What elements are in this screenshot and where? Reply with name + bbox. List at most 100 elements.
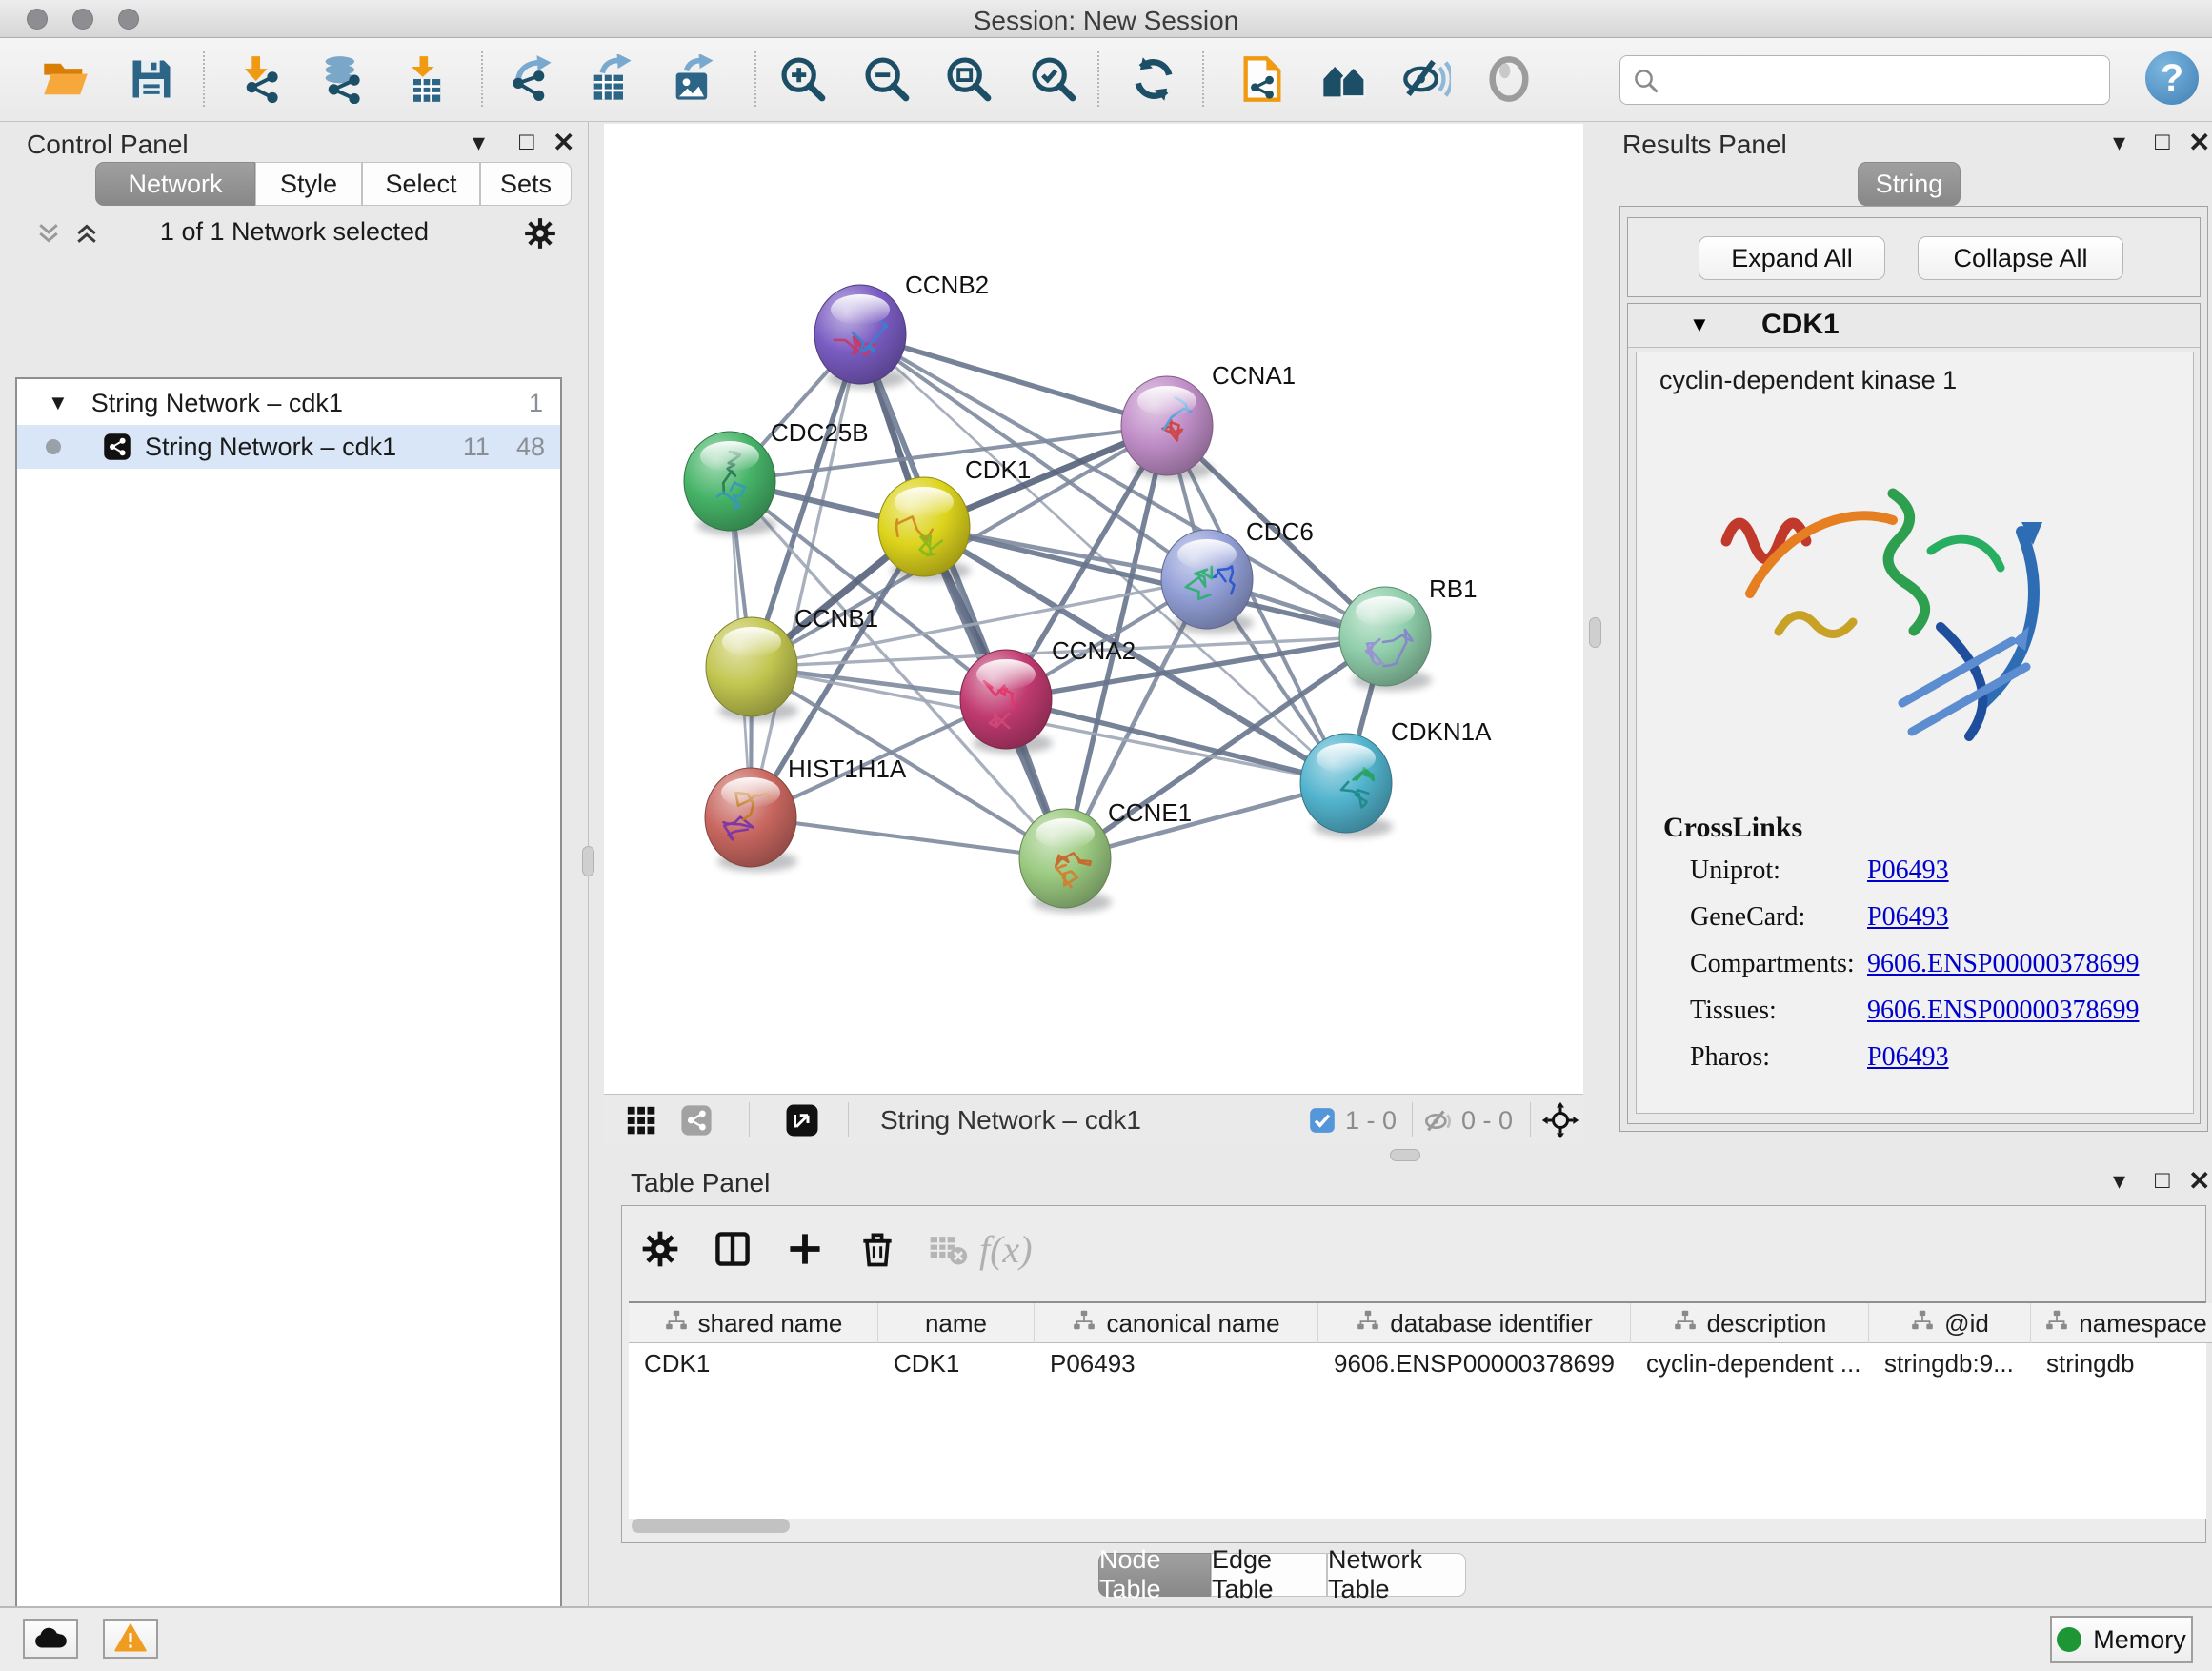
- panel-menu-icon[interactable]: ▾: [2113, 1166, 2125, 1196]
- crosslink-link[interactable]: P06493: [1867, 856, 1949, 886]
- search-input[interactable]: [1668, 60, 2097, 100]
- export-network-icon: [506, 54, 555, 107]
- collapse-all-button[interactable]: Collapse All: [1918, 236, 2123, 280]
- network-node-cdc6[interactable]: [1161, 530, 1254, 634]
- table-row[interactable]: CDK1CDK1P064939606.ENSP00000378699cyclin…: [629, 1343, 2212, 1383]
- column-header-shared-name[interactable]: shared name: [629, 1303, 878, 1343]
- network-edge-ccnb2-hist1h1a[interactable]: [751, 334, 860, 817]
- network-node-ccna1[interactable]: [1121, 376, 1214, 480]
- network-row-selected[interactable]: String Network – cdk1 11 48: [17, 425, 560, 469]
- panel-menu-icon[interactable]: ▾: [473, 128, 485, 157]
- network-edge-ccna2-cdkn1a[interactable]: [1006, 699, 1346, 783]
- grid-view-icon[interactable]: [625, 1104, 657, 1141]
- horizontal-scrollbar-thumb[interactable]: [632, 1519, 790, 1533]
- memory-button[interactable]: Memory: [2050, 1616, 2193, 1663]
- bottom-splitter-handle[interactable]: [1390, 1149, 1420, 1161]
- close-panel-icon[interactable]: ✕: [2188, 127, 2210, 158]
- node-entry-header[interactable]: ▼ CDK1: [1628, 304, 2200, 348]
- float-panel-icon[interactable]: □: [2155, 1165, 2170, 1195]
- column-header-database-identifier[interactable]: database identifier: [1318, 1303, 1631, 1343]
- export-table-button[interactable]: [579, 50, 642, 111]
- crosslink-link[interactable]: P06493: [1867, 902, 1949, 933]
- tab-string[interactable]: String: [1858, 162, 1961, 206]
- column-header--id[interactable]: @id: [1869, 1303, 2031, 1343]
- network-node-rb1[interactable]: [1339, 587, 1432, 691]
- network-node-cdk1[interactable]: [878, 477, 971, 581]
- tab-style[interactable]: Style: [255, 162, 362, 206]
- show-column-selector-button[interactable]: [705, 1223, 760, 1277]
- first-neighbors-button[interactable]: [1313, 50, 1376, 111]
- crosslink-link[interactable]: 9606.ENSP00000378699: [1867, 949, 2139, 979]
- table-cell[interactable]: CDK1: [878, 1343, 1035, 1383]
- export-network-button[interactable]: [499, 50, 562, 111]
- network-edge-ccnb2-ccna1[interactable]: [860, 334, 1167, 426]
- table-cell[interactable]: stringdb:9...: [1869, 1343, 2031, 1383]
- expand-collapse-bar: Expand All Collapse All: [1627, 217, 2201, 297]
- tab-edge-table[interactable]: Edge Table: [1211, 1553, 1327, 1597]
- tab-network-table[interactable]: Network Table: [1327, 1553, 1466, 1597]
- apply-layout-button[interactable]: [1122, 50, 1185, 111]
- show-all-button[interactable]: [1478, 50, 1540, 111]
- close-panel-icon[interactable]: ✕: [2188, 1165, 2210, 1197]
- save-session-button[interactable]: [120, 50, 183, 111]
- zoom-in-button[interactable]: [772, 50, 835, 111]
- zoom-out-button[interactable]: [855, 50, 918, 111]
- network-graph[interactable]: CCNB2CCNA1CDC25BCDK1CDC6RB1CCNB1CCNA2CDK…: [604, 124, 1583, 1094]
- export-image-button[interactable]: [661, 50, 724, 111]
- import-network-from-database-button[interactable]: [311, 50, 373, 111]
- selected-checkbox-icon[interactable]: [1309, 1107, 1336, 1138]
- network-view-share-icon[interactable]: [680, 1104, 713, 1141]
- table-cell[interactable]: P06493: [1035, 1343, 1318, 1383]
- network-options-gear-icon[interactable]: [522, 215, 558, 256]
- birds-eye-view-icon[interactable]: [785, 1103, 819, 1142]
- warnings-button[interactable]: [103, 1619, 158, 1659]
- new-network-from-selection-button[interactable]: [1231, 50, 1294, 111]
- column-header-name[interactable]: name: [878, 1303, 1035, 1343]
- toolbar-separator: [1097, 51, 1099, 107]
- panel-menu-icon[interactable]: ▾: [2113, 128, 2125, 157]
- fit-content-crosshair-icon[interactable]: [1541, 1101, 1579, 1144]
- network-node-ccne1[interactable]: [1019, 809, 1112, 913]
- tab-node-table[interactable]: Node Table: [1098, 1553, 1211, 1597]
- network-canvas[interactable]: CCNB2CCNA1CDC25BCDK1CDC6RB1CCNB1CCNA2CDK…: [604, 124, 1583, 1094]
- network-edge-hist1h1a-ccne1[interactable]: [751, 817, 1065, 858]
- column-header-description[interactable]: description: [1631, 1303, 1869, 1343]
- table-cell[interactable]: cyclin-dependent ...: [1631, 1343, 1869, 1383]
- help-button[interactable]: ?: [2145, 51, 2199, 105]
- table-cell[interactable]: 9606.ENSP00000378699: [1318, 1343, 1631, 1383]
- tab-sets[interactable]: Sets: [480, 162, 572, 206]
- tree-expand-icon[interactable]: ▼: [48, 391, 69, 415]
- tab-network[interactable]: Network: [95, 162, 255, 206]
- zoom-fit-button[interactable]: [937, 50, 1000, 111]
- crosslink-link[interactable]: P06493: [1867, 1042, 1949, 1073]
- network-node-ccna2[interactable]: [960, 650, 1053, 754]
- network-collection-row[interactable]: ▼ String Network – cdk1 1: [17, 381, 560, 425]
- column-header-namespace[interactable]: namespace: [2031, 1303, 2212, 1343]
- expand-all-button[interactable]: Expand All: [1699, 236, 1885, 280]
- create-column-button[interactable]: [777, 1223, 833, 1277]
- float-panel-icon[interactable]: □: [519, 127, 534, 156]
- hide-selected-button[interactable]: [1395, 50, 1458, 111]
- table-options-button[interactable]: [633, 1223, 688, 1277]
- float-panel-icon[interactable]: □: [2155, 127, 2170, 156]
- table-cell[interactable]: CDK1: [629, 1343, 878, 1383]
- close-panel-icon[interactable]: ✕: [553, 127, 574, 158]
- entry-collapse-icon[interactable]: ▼: [1689, 312, 1710, 337]
- right-splitter-handle[interactable]: [1589, 617, 1601, 648]
- cloud-status-button[interactable]: [23, 1619, 78, 1659]
- crosslink-link[interactable]: 9606.ENSP00000378699: [1867, 996, 2139, 1026]
- import-table-from-file-button[interactable]: [394, 50, 457, 111]
- delete-column-button[interactable]: [850, 1223, 905, 1277]
- network-node-cdkn1a[interactable]: [1300, 734, 1393, 837]
- left-splitter-handle[interactable]: [582, 846, 594, 876]
- import-network-from-file-button[interactable]: [229, 50, 292, 111]
- zoom-selected-button[interactable]: [1022, 50, 1085, 111]
- table-cell[interactable]: stringdb: [2031, 1343, 2212, 1383]
- open-session-button[interactable]: [34, 50, 97, 111]
- hidden-eye-slash-icon[interactable]: [1423, 1106, 1454, 1141]
- column-header-canonical-name[interactable]: canonical name: [1035, 1303, 1318, 1343]
- network-node-hist1h1a[interactable]: [705, 768, 797, 872]
- network-node-ccnb1[interactable]: [706, 617, 798, 721]
- tab-select[interactable]: Select: [362, 162, 480, 206]
- network-node-cdc25b[interactable]: [684, 432, 776, 535]
